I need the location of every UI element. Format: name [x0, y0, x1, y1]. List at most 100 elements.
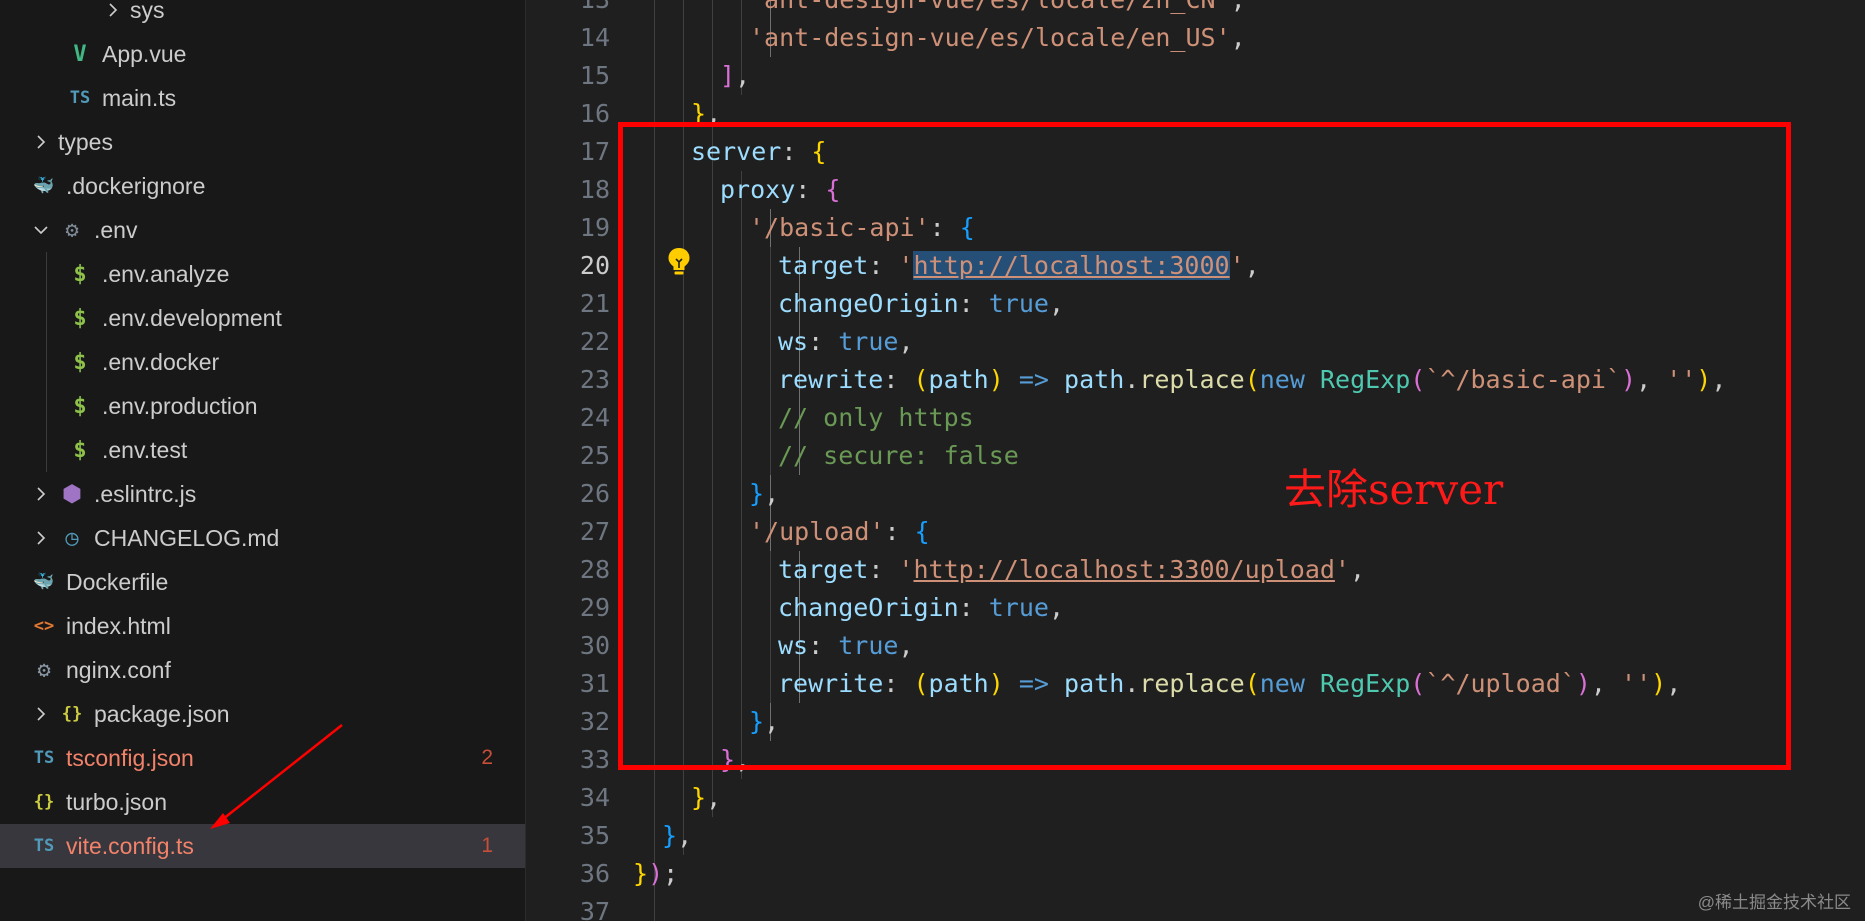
code-line[interactable]: 21 changeOrigin: true,: [526, 285, 1865, 323]
indent-guide: [741, 247, 742, 285]
tree-item[interactable]: <> index.html: [0, 604, 525, 648]
line-number: 15: [579, 61, 610, 90]
tree-item-label: index.html: [66, 612, 171, 639]
code-token: ,: [1666, 669, 1682, 698]
code-text: 'ant-design-vue/es/locale/zh_CN',: [749, 0, 1246, 19]
code-text: },: [749, 703, 779, 741]
code-line[interactable]: 22 ws: true,: [526, 323, 1865, 361]
chevron-right-icon[interactable]: [102, 0, 124, 32]
code-line[interactable]: 36});: [526, 855, 1865, 893]
code-line[interactable]: 33},: [526, 741, 1865, 779]
gear-icon: ⚙: [37, 657, 51, 683]
indent-guide: [683, 665, 684, 703]
tree-item-label: .env.development: [102, 304, 282, 331]
line-number: 20: [579, 251, 610, 280]
tree-item[interactable]: $ .env.analyze: [0, 252, 525, 296]
code-text: ws: true,: [778, 627, 914, 665]
chevron-down-icon[interactable]: [30, 208, 52, 252]
code-token: ,: [1048, 289, 1065, 318]
code-line[interactable]: 17 server: {: [526, 133, 1865, 171]
indent-guide: [683, 323, 684, 361]
tree-item[interactable]: ◷ CHANGELOG.md: [0, 516, 525, 560]
tree-item[interactable]: TS vite.config.ts 1: [0, 824, 525, 868]
tree-item[interactable]: $ .env.production: [0, 384, 525, 428]
chevron-right-icon[interactable]: [30, 516, 52, 560]
indent-guide: [741, 589, 742, 627]
code-token: '/basic-api': [749, 213, 930, 242]
code-editor[interactable]: 13 'ant-design-vue/es/locale/zh_CN', 14 'an…: [526, 0, 1865, 921]
tree-item[interactable]: ⚙ .env: [0, 208, 525, 252]
tree-item[interactable]: $ .env.development: [0, 296, 525, 340]
tree-item[interactable]: types: [0, 120, 525, 164]
code-line[interactable]: 32},: [526, 703, 1865, 741]
tree-item[interactable]: 🐳 Dockerfile: [0, 560, 525, 604]
code-line[interactable]: 13 'ant-design-vue/es/locale/zh_CN',: [526, 0, 1865, 19]
tree-item[interactable]: 🐳 .dockerignore: [0, 164, 525, 208]
code-token: 'ant-design-vue/es/locale/zh_CN': [749, 0, 1231, 14]
indent-guide: [654, 741, 655, 779]
lightbulb-icon[interactable]: [666, 246, 692, 276]
code-link[interactable]: http://localhost:3300/upload: [913, 555, 1334, 584]
code-link[interactable]: http://localhost:3000: [913, 251, 1230, 280]
dollar-icon: $: [73, 437, 87, 463]
line-number: 16: [579, 99, 610, 128]
code-line[interactable]: 30 ws: true,: [526, 627, 1865, 665]
chevron-right-icon[interactable]: [30, 120, 52, 164]
indent-guide: [741, 475, 742, 513]
code-line[interactable]: 16},: [526, 95, 1865, 133]
tree-item[interactable]: TS main.ts: [0, 76, 525, 120]
code-line[interactable]: 23 rewrite: (path) => path.replace(new Re…: [526, 361, 1865, 399]
code-line[interactable]: 26},: [526, 475, 1865, 513]
code-token: :: [808, 327, 839, 356]
tree-item[interactable]: TS tsconfig.json 2: [0, 736, 525, 780]
code-line[interactable]: 20 target: 'http://localhost:3000',: [526, 247, 1865, 285]
code-token: ,: [735, 61, 751, 90]
tree-item[interactable]: ⬢ .eslintrc.js: [0, 472, 525, 516]
tree-item[interactable]: V App.vue: [0, 32, 525, 76]
indent-guide: [654, 171, 655, 209]
code-token: }: [720, 745, 736, 774]
code-line[interactable]: 34},: [526, 779, 1865, 817]
code-token: =>: [1018, 669, 1049, 698]
tree-item[interactable]: $ .env.docker: [0, 340, 525, 384]
indent-guide: [683, 551, 684, 589]
code-line[interactable]: 29 changeOrigin: true,: [526, 589, 1865, 627]
code-line[interactable]: 14 'ant-design-vue/es/locale/en_US',: [526, 19, 1865, 57]
code-line[interactable]: 31 rewrite: (path) => path.replace(new Re…: [526, 665, 1865, 703]
tree-item[interactable]: {} package.json: [0, 692, 525, 736]
indent-guide: [712, 209, 713, 247]
tree-item[interactable]: $ .env.test: [0, 428, 525, 472]
code-line[interactable]: 15],: [526, 57, 1865, 95]
code-line[interactable]: 19 '/basic-api': {: [526, 209, 1865, 247]
code-line[interactable]: 18 proxy: {: [526, 171, 1865, 209]
chevron-right-icon[interactable]: [30, 692, 52, 736]
tree-item[interactable]: sys: [0, 0, 525, 32]
code-token: ,: [764, 707, 780, 736]
indent-guide: [654, 475, 655, 513]
vue-icon: V: [73, 41, 87, 67]
chevron-right-icon[interactable]: [30, 472, 52, 516]
code-line[interactable]: 28 target: 'http://localhost:3300/upload'…: [526, 551, 1865, 589]
indent-guide: [683, 171, 684, 209]
indent-guide: [712, 171, 713, 209]
code-text: },: [720, 741, 750, 779]
indent-guide: [712, 741, 713, 779]
code-line[interactable]: 24 // only https: [526, 399, 1865, 437]
code-token: }: [749, 479, 765, 508]
code-token: target: [778, 251, 869, 280]
code-line[interactable]: 37: [526, 893, 1865, 921]
tree-item[interactable]: ⚙ nginx.conf: [0, 648, 525, 692]
code-token: path: [928, 669, 989, 698]
code-token: ,: [1231, 0, 1246, 14]
gear-icon: ⚙: [65, 217, 79, 243]
code-token: ws: [778, 327, 809, 356]
tree-item-label: tsconfig.json: [66, 744, 194, 771]
tree-item[interactable]: {} turbo.json: [0, 780, 525, 824]
tree-item-label: sys: [130, 0, 165, 23]
code-line[interactable]: 25 // secure: false: [526, 437, 1865, 475]
code-token: ): [1621, 365, 1637, 394]
code-token: `^/upload`: [1425, 669, 1576, 698]
code-line[interactable]: 35},: [526, 817, 1865, 855]
code-line[interactable]: 27 '/upload': {: [526, 513, 1865, 551]
